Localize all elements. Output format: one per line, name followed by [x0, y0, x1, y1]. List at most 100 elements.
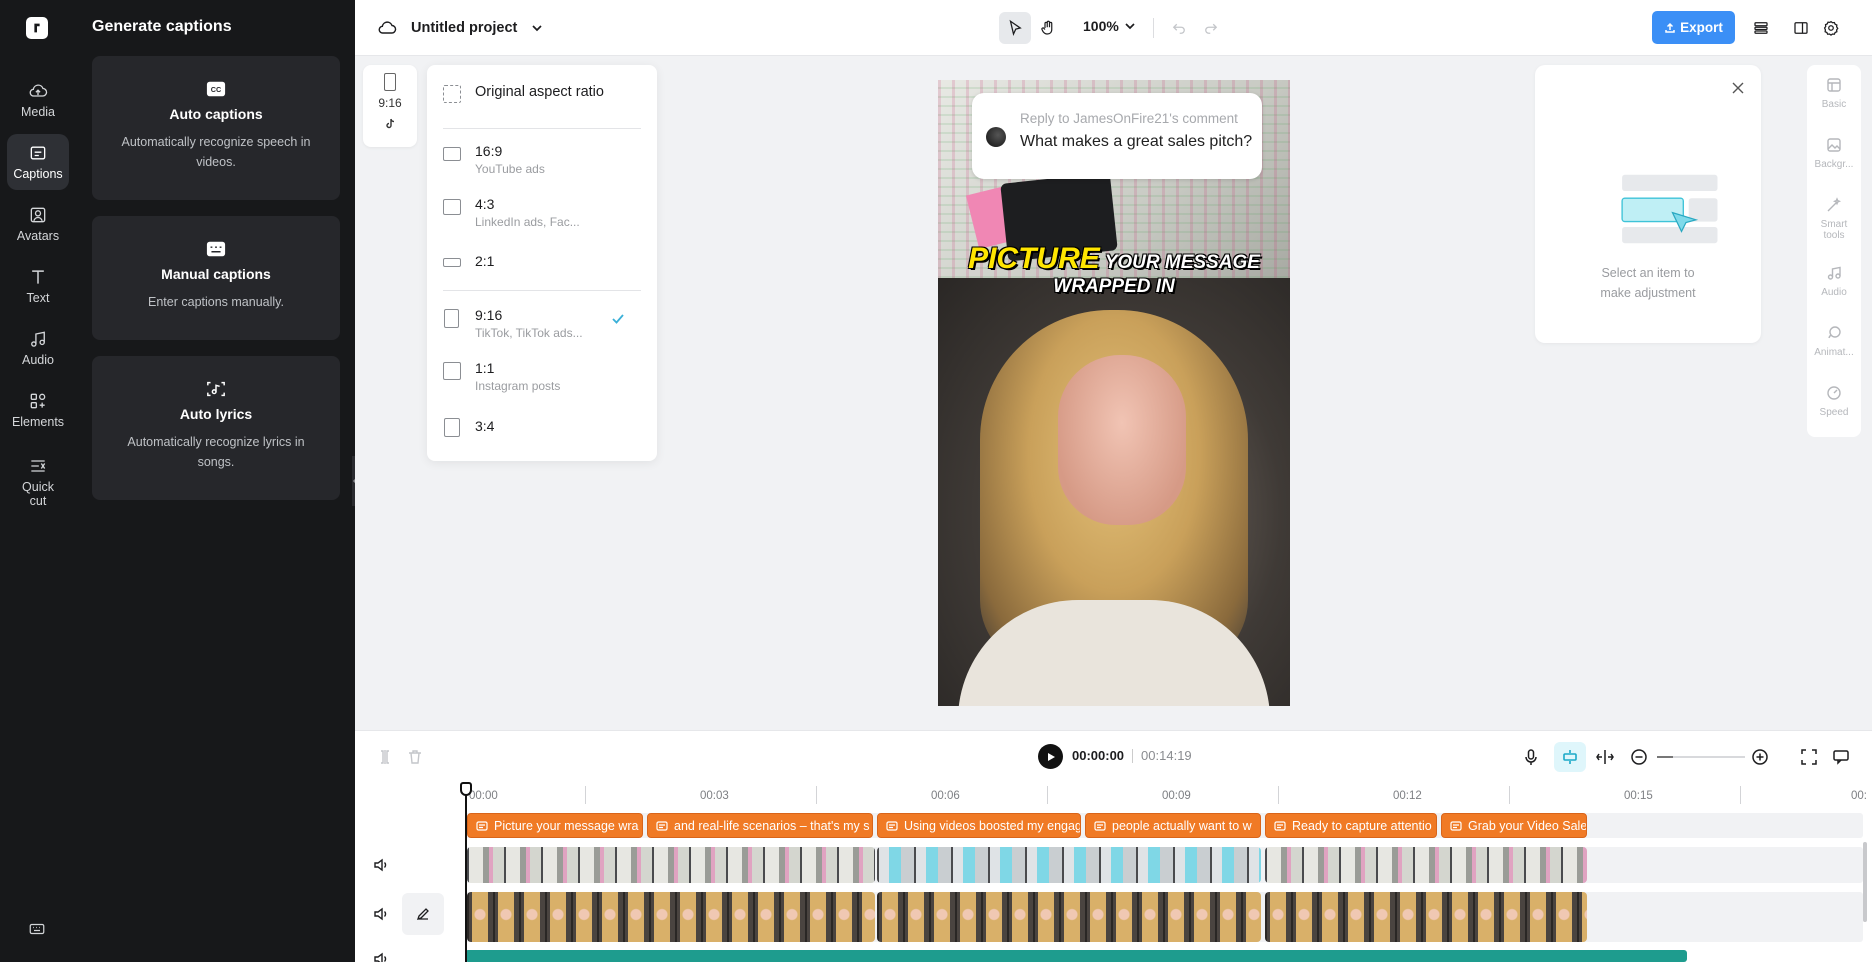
- broll-clip[interactable]: [467, 847, 875, 883]
- prop-basic[interactable]: Basic: [1807, 77, 1861, 110]
- ratio-option-name: 16:9: [475, 143, 503, 159]
- edit-track-button[interactable]: [402, 893, 444, 935]
- prop-label: Audio: [1821, 287, 1847, 298]
- hand-icon: [1041, 20, 1053, 35]
- playhead-line[interactable]: [465, 786, 467, 962]
- redo-button[interactable]: [1195, 12, 1227, 44]
- caption-clip[interactable]: Ready to capture attentio: [1265, 813, 1437, 838]
- close-icon[interactable]: [1731, 81, 1745, 95]
- ratio-option-name: 2:1: [475, 253, 495, 269]
- ruler-label: 00:03: [700, 790, 729, 802]
- ratio-option-2-1[interactable]: 2:1: [443, 253, 641, 269]
- left-rail: Media Captions Avatars Text Audio Elemen…: [0, 0, 75, 962]
- timeline-zoom-slider[interactable]: [1657, 756, 1745, 758]
- ratio-option-16-9[interactable]: 16:9 YouTube ads: [443, 143, 641, 176]
- hand-tool-button[interactable]: [1032, 12, 1064, 44]
- prop-background[interactable]: Backgr...: [1807, 137, 1861, 170]
- undo-button[interactable]: [1163, 12, 1195, 44]
- caption-clip[interactable]: and real-life scenarios – that's my s: [647, 813, 873, 838]
- prop-animation[interactable]: Animat...: [1807, 325, 1861, 358]
- microphone-icon[interactable]: [1522, 748, 1540, 766]
- card-description: Automatically recognize lyrics in songs.: [127, 435, 305, 469]
- audio-track-clip[interactable]: [465, 950, 1687, 962]
- rail-item-text[interactable]: Text: [7, 258, 69, 314]
- caption-clip-icon: [656, 820, 668, 831]
- rail-item-captions[interactable]: Captions: [7, 134, 69, 190]
- rail-item-media[interactable]: Media: [7, 72, 69, 128]
- auto-snap-button[interactable]: [1554, 742, 1586, 772]
- caption-clip-icon: [886, 820, 898, 831]
- split-icon[interactable]: [376, 748, 394, 766]
- speaker-icon[interactable]: [373, 951, 389, 962]
- split-clip-icon[interactable]: [1596, 748, 1614, 766]
- ratio-option-1-1[interactable]: 1:1 Instagram posts: [443, 360, 641, 393]
- zoom-in-icon[interactable]: [1751, 748, 1769, 766]
- prop-speed[interactable]: Speed: [1807, 385, 1861, 418]
- main-video-clip[interactable]: [467, 892, 875, 942]
- select-item-illustration: [1621, 174, 1718, 244]
- auto-captions-card[interactable]: CC Auto captions Automatically recognize…: [92, 56, 340, 200]
- play-button[interactable]: [1038, 744, 1063, 769]
- prop-audio[interactable]: Audio: [1807, 265, 1861, 298]
- caption-clip-text: Using videos boosted my engag: [904, 818, 1081, 833]
- feedback-icon[interactable]: [1832, 748, 1850, 766]
- settings-button[interactable]: [1815, 12, 1847, 44]
- main-video-clip[interactable]: [877, 892, 1261, 942]
- playhead-handle[interactable]: [460, 782, 472, 796]
- caption-clip[interactable]: Grab your Video Sale: [1441, 813, 1587, 838]
- manual-captions-card[interactable]: Manual captions Enter captions manually.: [92, 216, 340, 340]
- captions-icon: [30, 146, 46, 160]
- comment-bubble: Reply to JamesOnFire21's comment What ma…: [972, 93, 1262, 179]
- auto-lyrics-card[interactable]: Auto lyrics Automatically recognize lyri…: [92, 356, 340, 500]
- ratio-option-9-16[interactable]: 9:16 TikTok, TikTok ads...: [443, 307, 641, 340]
- zoom-out-icon[interactable]: [1630, 748, 1648, 766]
- aspect-ratio-button[interactable]: 9:16: [363, 65, 417, 147]
- ratio-option-3-4[interactable]: 3:4: [443, 418, 641, 437]
- rail-item-elements[interactable]: Elements: [7, 382, 69, 438]
- ratio-option-name: Original aspect ratio: [475, 84, 604, 100]
- ratio-option-sub: TikTok, TikTok ads...: [475, 326, 583, 340]
- time-divider: [1132, 748, 1134, 763]
- project-name[interactable]: Untitled project: [411, 20, 517, 36]
- export-button[interactable]: Export: [1652, 11, 1735, 44]
- project-menu[interactable]: Untitled project: [377, 18, 543, 38]
- app-logo-icon[interactable]: [26, 17, 48, 39]
- fullscreen-icon[interactable]: [1800, 748, 1818, 766]
- select-tool-button[interactable]: [999, 12, 1031, 44]
- ratio-option-original[interactable]: Original aspect ratio: [443, 84, 641, 103]
- card-description: Enter captions manually.: [148, 295, 284, 309]
- rail-item-quick-cut[interactable]: Quick cut: [7, 452, 69, 512]
- speaker-icon[interactable]: [373, 906, 389, 922]
- pointer-icon: [1009, 19, 1022, 36]
- layout-button[interactable]: [1785, 12, 1817, 44]
- main-video-clip[interactable]: [1265, 892, 1587, 942]
- rail-item-avatars[interactable]: Avatars: [7, 196, 69, 252]
- ratio-9-16-icon: [444, 309, 459, 328]
- timeline-scrollbar[interactable]: [1863, 842, 1867, 922]
- caption-clip[interactable]: people actually want to w: [1085, 813, 1261, 838]
- keyboard-icon: [206, 241, 226, 257]
- caption-clip[interactable]: Picture your message wra: [467, 813, 643, 838]
- comment-reply-label: Reply to JamesOnFire21's comment: [1020, 111, 1238, 126]
- caption-clip-text: Grab your Video Sale: [1468, 818, 1587, 833]
- time-ruler[interactable]: 00:00 00:03 00:06 00:09 00:12 00:15 00:: [355, 782, 1872, 812]
- caption-clip[interactable]: Using videos boosted my engag: [877, 813, 1081, 838]
- speaker-icon[interactable]: [373, 857, 389, 873]
- background-icon: [1827, 138, 1841, 152]
- ratio-option-4-3[interactable]: 4:3 LinkedIn ads, Fac...: [443, 196, 641, 229]
- commenter-avatar: [986, 127, 1006, 147]
- video-preview[interactable]: Reply to JamesOnFire21's comment What ma…: [938, 80, 1290, 706]
- zoom-dropdown[interactable]: 100%: [1083, 18, 1136, 34]
- broll-clip[interactable]: [877, 847, 1261, 883]
- layers-button[interactable]: [1745, 12, 1777, 44]
- keyboard-shortcuts-icon[interactable]: [28, 920, 46, 938]
- rail-item-audio[interactable]: Audio: [7, 320, 69, 376]
- canvas-area[interactable]: 9:16 Original aspect ratio 16:9 YouTube a…: [355, 57, 1872, 730]
- broll-clip[interactable]: [1265, 847, 1587, 883]
- prop-label: Animat...: [1814, 347, 1854, 358]
- ratio-3-4-icon: [444, 418, 460, 437]
- timeline[interactable]: 00:00 00:03 00:06 00:09 00:12 00:15 00: …: [355, 782, 1872, 962]
- layers-icon: [1754, 22, 1768, 34]
- prop-smart-tools[interactable]: Smart tools: [1807, 197, 1861, 241]
- trash-icon[interactable]: [406, 748, 424, 766]
